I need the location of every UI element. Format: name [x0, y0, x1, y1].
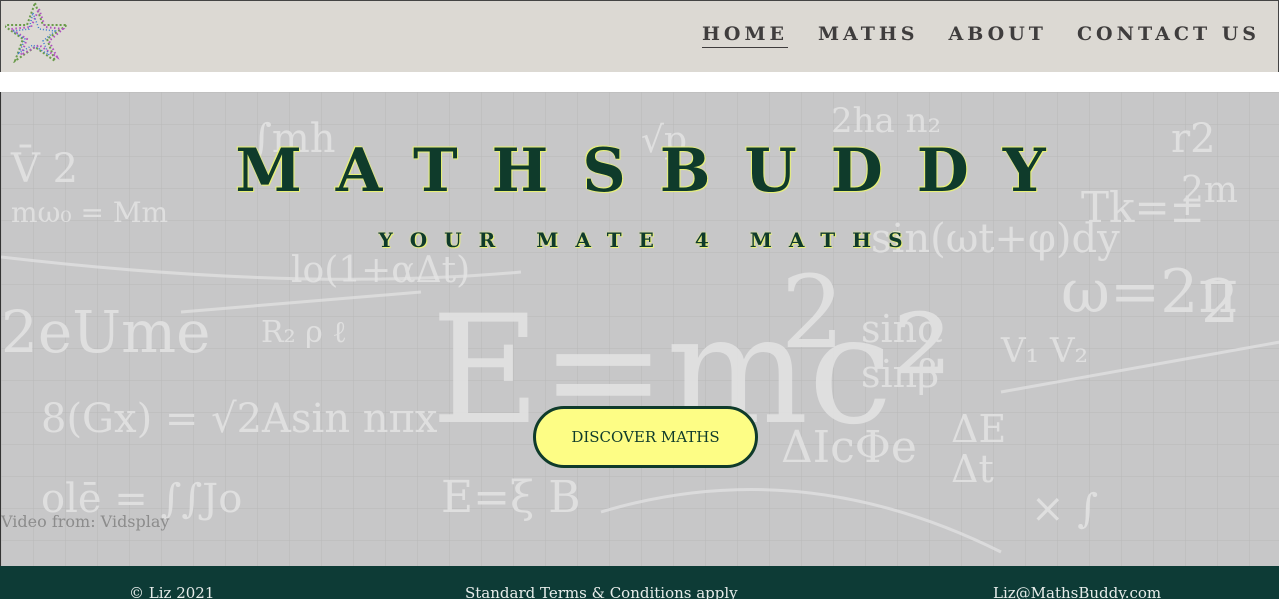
- svg-text:lo(1+αΔt): lo(1+αΔt): [291, 250, 470, 291]
- nav-about[interactable]: ABOUT: [949, 21, 1047, 48]
- navbar: HOME MATHS ABOUT CONTACT US: [0, 0, 1279, 72]
- footer-terms: Standard Terms & Conditions apply: [465, 584, 738, 599]
- bg-formula-v1v2: V₁ V₂: [1000, 331, 1088, 371]
- svg-text:2: 2: [1201, 267, 1239, 337]
- video-credit: Video from: Vidsplay: [1, 512, 170, 531]
- footer: © Liz 2021 Standard Terms & Conditions a…: [0, 566, 1279, 599]
- svg-text:× ∫: × ∫: [1031, 486, 1098, 532]
- site-tagline: YOUR MATE 4 MATHS: [378, 228, 920, 252]
- svg-text:E=ξ B: E=ξ B: [441, 472, 581, 523]
- main-nav: HOME MATHS ABOUT CONTACT US: [701, 21, 1260, 48]
- nav-home[interactable]: HOME: [701, 21, 788, 48]
- svg-text:2ha n₂: 2ha n₂: [831, 101, 941, 141]
- svg-text:sin nπx: sin nπx: [291, 396, 438, 442]
- nav-contact-us[interactable]: CONTACT US: [1077, 21, 1260, 48]
- bg-formula-delta-t: Δt: [951, 447, 994, 491]
- bg-formula-ic: ΔIcΦe: [781, 422, 917, 473]
- discover-maths-button[interactable]: DISCOVER MATHS: [533, 406, 758, 468]
- svg-text:2: 2: [781, 254, 845, 371]
- bg-formula-sin-alpha: sinα: [861, 307, 943, 351]
- svg-text:8(Gx) = √2A: 8(Gx) = √2A: [41, 396, 292, 442]
- nav-maths[interactable]: MATHS: [818, 21, 919, 48]
- svg-text:2eUme: 2eUme: [1, 298, 210, 366]
- svg-text:R₂ ρ ℓ: R₂ ρ ℓ: [261, 315, 347, 350]
- bg-formula-sin-beta: sinβ: [861, 352, 939, 396]
- star-logo-icon[interactable]: [5, 1, 69, 63]
- footer-copyright: © Liz 2021: [129, 584, 215, 599]
- bg-formula-delta-e: ΔE: [951, 407, 1006, 451]
- footer-email[interactable]: Liz@MathsBuddy.com: [993, 584, 1161, 599]
- hero-video-section: E=mc² sin(ωt+φ)dy ΔE Δt sinα sinβ ω=2π T…: [0, 92, 1279, 566]
- site-title: MATHSBUDDY: [235, 136, 1080, 206]
